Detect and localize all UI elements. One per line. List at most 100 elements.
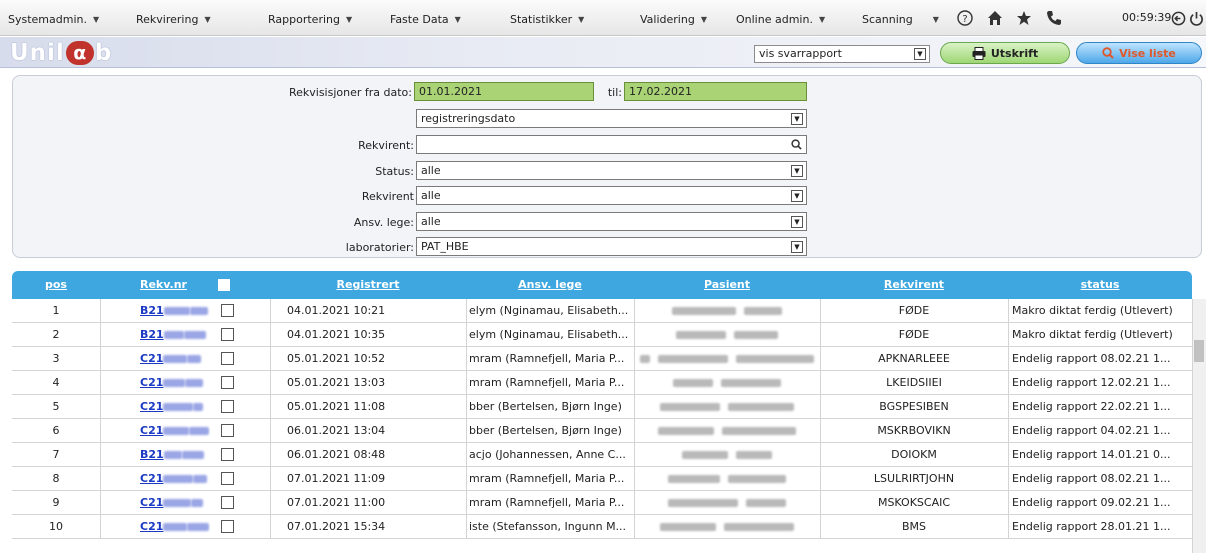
table-row[interactable]: 4 C21 05.01.2021 13:03 mram (Ramnefjell, Ma… [12, 371, 1192, 395]
cell-rekvnr-link[interactable]: B21 [140, 443, 210, 467]
menu-scanning[interactable]: Scanning ▼ [862, 11, 939, 27]
redacted-block [721, 379, 781, 387]
table-row[interactable]: 8 C21 07.01.2021 11:09 mram (Ramnefjell, Ma… [12, 467, 1192, 491]
cell-ansv-lege: elym (Nginamau, Elisabeth... [469, 304, 629, 317]
date-to-label: til: [607, 86, 622, 99]
column-divider [1008, 395, 1009, 419]
row-checkbox[interactable] [221, 424, 234, 437]
redacted-block [189, 427, 210, 435]
column-divider [466, 419, 467, 443]
redacted-block [163, 427, 190, 435]
cell-rekvirent: APKNARLEEE [878, 352, 950, 365]
table-row[interactable]: 5 C21 05.01.2021 11:08 bber (Bertelsen, Bjø… [12, 395, 1192, 419]
top-menu-bar: Systemadmin. ▼ Rekvirering ▼ Rapportering ▼… [0, 0, 1206, 36]
date-to-input[interactable]: 17.02.2021 [624, 82, 807, 101]
cell-rekvnr-link[interactable]: B21 [140, 323, 210, 347]
phone-icon[interactable] [1044, 8, 1064, 28]
power-icon[interactable] [1188, 8, 1204, 28]
table-row[interactable]: 9 C21 07.01.2021 11:00 mram (Ramnefjell, Ma… [12, 491, 1192, 515]
cell-rekvnr-link[interactable]: C21 [140, 347, 210, 371]
cell-status: Endelig rapport 22.02.21 1... [1012, 400, 1171, 413]
column-divider [1008, 515, 1009, 539]
date-from-input[interactable]: 01.01.2021 [414, 82, 594, 101]
row-checkbox[interactable] [221, 400, 234, 413]
cell-status: Endelig rapport 04.02.21 1... [1012, 424, 1171, 437]
chevron-down-icon: ▼ [204, 14, 211, 24]
cell-registrert: 06.01.2021 13:04 [287, 424, 386, 437]
col-header-rekvnr[interactable]: Rekv.nr [100, 271, 196, 299]
column-divider [634, 347, 635, 371]
menu-rekvirering[interactable]: Rekvirering ▼ [136, 11, 211, 27]
row-checkbox[interactable] [221, 472, 234, 485]
cell-pos: 5 [52, 400, 60, 413]
print-button[interactable]: Utskrift [940, 42, 1070, 64]
table-row[interactable]: 10 C21 07.01.2021 15:34 iste (Stefansson, I… [12, 515, 1192, 539]
laboratorier-select[interactable]: PAT_HBE ▼ [416, 237, 807, 256]
chevron-down-icon: ▼ [791, 113, 803, 125]
row-checkbox[interactable] [221, 520, 234, 533]
star-icon[interactable] [1014, 8, 1034, 28]
scrollbar-thumb[interactable] [1194, 340, 1204, 362]
home-icon[interactable] [985, 8, 1005, 28]
rekvirent-select[interactable]: alle ▼ [416, 186, 807, 205]
redacted-block [189, 307, 208, 315]
rekvnr-text: C21 [140, 472, 164, 485]
menu-rapportering[interactable]: Rapportering ▼ [268, 11, 352, 27]
redacted-block [163, 475, 194, 483]
column-divider [1008, 323, 1009, 347]
menu-statistikker[interactable]: Statistikker ▼ [510, 11, 584, 27]
row-checkbox[interactable] [221, 448, 234, 461]
col-header-pasient[interactable]: Pasient [634, 271, 820, 299]
col-header-registrert[interactable]: Registrert [270, 271, 466, 299]
column-divider [270, 347, 271, 371]
col-header-status[interactable]: status [1008, 271, 1192, 299]
cell-rekvnr-link[interactable]: C21 [140, 491, 210, 515]
cell-pasient [634, 419, 820, 443]
report-type-select[interactable]: vis svarrapport ▼ [754, 45, 930, 63]
menu-systemadmin[interactable]: Systemadmin. ▼ [8, 11, 99, 27]
cell-ansv-lege: mram (Ramnefjell, Maria P... [469, 496, 625, 509]
cell-rekvnr-link[interactable]: C21 [140, 419, 210, 443]
date-type-select[interactable]: registreringsdato ▼ [416, 109, 807, 128]
table-row[interactable]: 6 C21 06.01.2021 13:04 bber (Bertelsen, Bjø… [12, 419, 1192, 443]
search-icon[interactable] [791, 139, 802, 150]
col-header-pos[interactable]: pos [12, 271, 100, 299]
col-header-rekvirent[interactable]: Rekvirent [820, 271, 1008, 299]
cell-registrert: 05.01.2021 10:52 [287, 352, 386, 365]
table-row[interactable]: 7 B21 06.01.2021 08:48 acjo (Johannessen, A… [12, 443, 1192, 467]
select-all-checkbox[interactable] [218, 279, 230, 291]
column-divider [100, 371, 101, 395]
table-row[interactable]: 1 B21 04.01.2021 10:21 elym (Nginamau, Elis… [12, 299, 1192, 323]
redacted-block [658, 427, 714, 435]
column-divider [270, 371, 271, 395]
redacted-block [724, 523, 794, 531]
table-row[interactable]: 2 B21 04.01.2021 10:35 elym (Nginamau, Elis… [12, 323, 1192, 347]
row-checkbox[interactable] [221, 496, 234, 509]
menu-faste-data[interactable]: Faste Data ▼ [390, 11, 461, 27]
cell-rekvnr-link[interactable]: C21 [140, 371, 210, 395]
cell-rekvnr-link[interactable]: C21 [140, 395, 210, 419]
column-divider [270, 323, 271, 347]
column-divider [270, 395, 271, 419]
help-icon[interactable]: ? [955, 8, 975, 28]
redacted-block [163, 499, 192, 507]
row-checkbox[interactable] [221, 304, 234, 317]
row-checkbox[interactable] [221, 376, 234, 389]
rekvirent-search-input[interactable] [416, 135, 807, 154]
table-row[interactable]: 3 C21 05.01.2021 10:52 mram (Ramnefjell, Ma… [12, 347, 1192, 371]
row-checkbox[interactable] [221, 328, 234, 341]
col-header-ansv-lege[interactable]: Ansv. lege [466, 271, 634, 299]
status-select[interactable]: alle ▼ [416, 161, 807, 180]
cell-rekvnr-link[interactable]: B21 [140, 299, 210, 323]
menu-online-admin[interactable]: Online admin. ▼ [736, 11, 825, 27]
alpha-logo-icon: α [65, 41, 94, 65]
ansv-lege-select[interactable]: alle ▼ [416, 212, 807, 231]
cell-rekvnr-link[interactable]: C21 [140, 515, 210, 539]
row-checkbox[interactable] [221, 352, 234, 365]
cell-rekvnr-link[interactable]: C21 [140, 467, 210, 491]
show-list-button[interactable]: Vise liste [1076, 42, 1202, 64]
redacted-block [728, 403, 794, 411]
menu-validering[interactable]: Validering ▼ [640, 11, 707, 27]
column-divider [1008, 467, 1009, 491]
back-circle-icon[interactable] [1170, 8, 1186, 28]
